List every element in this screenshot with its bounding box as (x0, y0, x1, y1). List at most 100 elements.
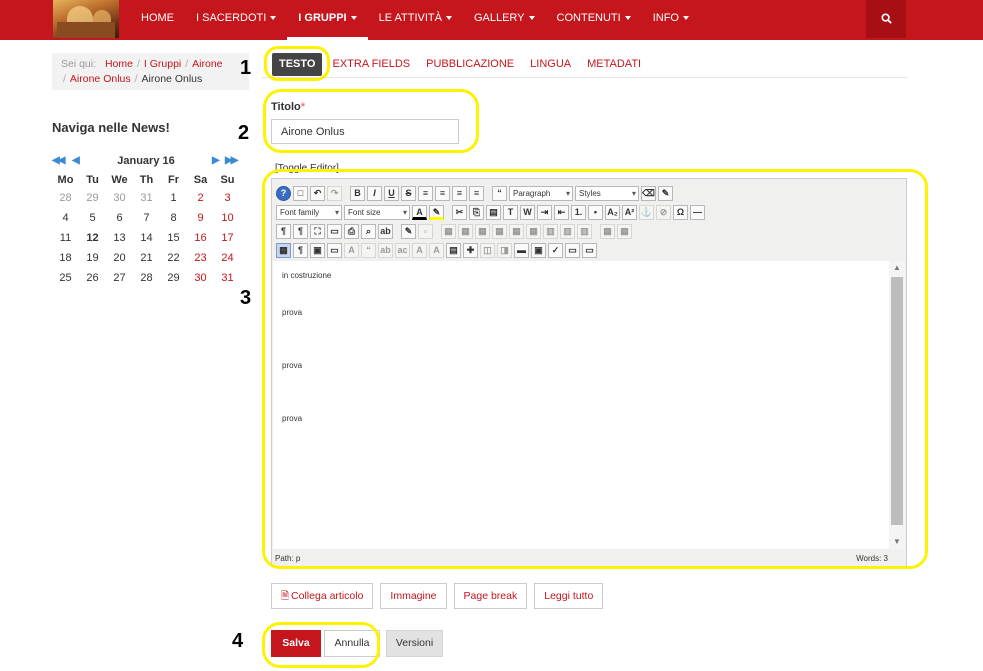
outdent-icon[interactable]: ⇤ (554, 205, 569, 220)
paste-word-icon[interactable]: W (520, 205, 535, 220)
delete-col-icon[interactable]: ▥ (577, 224, 592, 239)
calendar-day[interactable]: 21 (133, 251, 160, 271)
calendar-day[interactable]: 27 (106, 271, 133, 291)
breadcrumb-airone[interactable]: Airone (192, 58, 222, 70)
pagebreak-icon[interactable]: ▬ (514, 243, 529, 258)
styles-select[interactable]: Styles (575, 186, 639, 201)
breadcrumb-home[interactable]: Home (105, 58, 133, 70)
page-break-button[interactable]: Page break (453, 583, 528, 609)
calendar-day[interactable]: 16 (187, 231, 214, 251)
cell-props-icon[interactable]: ▦ (475, 224, 490, 239)
image-button[interactable]: Immagine (380, 583, 447, 609)
redo-icon[interactable]: ↷ (327, 186, 342, 201)
spellcheck-toggle-icon[interactable]: ✓ (548, 243, 563, 258)
next-month-icon[interactable]: ▶ (212, 153, 220, 169)
align-center-icon[interactable]: ≡ (435, 186, 450, 201)
calendar-day[interactable]: 7 (133, 211, 160, 231)
calendar-day[interactable]: 4 (52, 211, 79, 231)
calendar-day[interactable]: 14 (133, 231, 160, 251)
calendar-day[interactable]: 29 (160, 271, 187, 291)
tab-metadati[interactable]: METADATI (579, 52, 649, 76)
calendar-day[interactable]: 28 (52, 191, 79, 211)
blockquote-icon[interactable]: “ (492, 186, 507, 201)
layer-icon[interactable]: ✚ (463, 243, 478, 258)
calendar-day[interactable]: 3 (214, 191, 241, 211)
italic-icon[interactable]: I (367, 186, 382, 201)
toggle-editor-link[interactable]: [Toggle Editor] (275, 163, 339, 174)
delete-row-icon[interactable]: ▦ (526, 224, 541, 239)
calendar-day[interactable]: 10 (214, 211, 241, 231)
calendar-day[interactable]: 1 (160, 191, 187, 211)
calendar-day[interactable]: 12 (79, 231, 106, 251)
calendar-day[interactable]: 24 (214, 251, 241, 271)
subscript-icon[interactable]: A₂ (605, 205, 620, 220)
nav-item-home[interactable]: HOME (130, 0, 185, 40)
col-after-icon[interactable]: ▥ (560, 224, 575, 239)
special-char-icon[interactable]: Ω (673, 205, 688, 220)
superscript-icon[interactable]: A² (622, 205, 637, 220)
merge-cells-icon[interactable]: ▦ (600, 224, 615, 239)
cancel-button[interactable]: Annulla (324, 630, 380, 657)
indent-icon[interactable]: ⇥ (537, 205, 552, 220)
insert-edit-icon[interactable]: ✎ (401, 224, 416, 239)
highlight-color-icon[interactable]: ✎ (429, 205, 444, 220)
calendar-day[interactable]: 9 (187, 211, 214, 231)
calendar-day[interactable]: 18 (52, 251, 79, 271)
read-more-button[interactable]: Leggi tutto (534, 583, 604, 609)
tab-pubblicazione[interactable]: PUBBLICAZIONE (418, 52, 522, 76)
calendar-day[interactable]: 25 (52, 271, 79, 291)
underline-icon[interactable]: U (384, 186, 399, 201)
nav-item-i-sacerdoti[interactable]: I SACERDOTI (185, 0, 287, 40)
anchor-icon[interactable]: ⚓ (639, 205, 654, 220)
editor-content[interactable]: in costruzione prova prova prova (273, 261, 889, 549)
nav-item-le-attivit[interactable]: LE ATTIVITÀ (368, 0, 463, 40)
numbered-list-icon[interactable]: 1. (571, 205, 586, 220)
help-icon[interactable]: ? (276, 186, 291, 201)
copy-icon[interactable]: ⎘ (469, 205, 484, 220)
breadcrumb-i-gruppi[interactable]: I Gruppi (144, 58, 181, 70)
font-size-select[interactable]: Font size (344, 205, 410, 220)
editor-scrollbar[interactable]: ▲ ▼ (889, 261, 905, 549)
rtl-icon[interactable]: ¶ (293, 224, 308, 239)
bullet-list-icon[interactable]: • (588, 205, 603, 220)
nav-item-contenuti[interactable]: CONTENUTI (546, 0, 642, 40)
search-button[interactable] (866, 0, 906, 38)
article-image-icon[interactable]: ▣ (531, 243, 546, 258)
cleanup-icon[interactable]: ✎ (658, 186, 673, 201)
calendar-day[interactable]: 19 (79, 251, 106, 271)
calendar-day[interactable]: 31 (214, 271, 241, 291)
calendar-day[interactable]: 26 (79, 271, 106, 291)
save-button[interactable]: Salva (271, 630, 321, 657)
cut-icon[interactable]: ✂ (452, 205, 467, 220)
tab-testo[interactable]: TESTO (272, 53, 323, 76)
search-replace-icon[interactable]: ⌕ (361, 224, 376, 239)
strikethrough-icon[interactable]: S (401, 186, 416, 201)
font-family-select[interactable]: Font family (276, 205, 342, 220)
calendar-day[interactable]: 28 (133, 271, 160, 291)
bold-icon[interactable]: B (350, 186, 365, 201)
unlink-icon[interactable]: ⊘ (656, 205, 671, 220)
scroll-up-icon[interactable]: ▲ (889, 261, 905, 275)
nav-item-gallery[interactable]: GALLERY (463, 0, 546, 40)
calendar-day[interactable]: 8 (160, 211, 187, 231)
breadcrumb-airone-onlus[interactable]: Airone Onlus (70, 73, 131, 85)
del-icon[interactable]: A (412, 243, 427, 258)
scrollbar-thumb[interactable] (891, 277, 903, 525)
move-layer-icon[interactable]: ◫ (480, 243, 495, 258)
col-before-icon[interactable]: ▥ (543, 224, 558, 239)
link-article-button[interactable]: 🗎 Collega articolo (271, 583, 374, 609)
calendar-day[interactable]: 5 (79, 211, 106, 231)
calendar-day[interactable]: 13 (106, 231, 133, 251)
tab-lingua[interactable]: LINGUA (522, 52, 579, 76)
media-icon[interactable]: ▭ (327, 243, 342, 258)
nav-item-i-gruppi[interactable]: I GRUPPI (287, 0, 368, 40)
align-right-icon[interactable]: ≡ (469, 186, 484, 201)
acronym-icon[interactable]: ac (395, 243, 410, 258)
row-after-icon[interactable]: ▦ (509, 224, 524, 239)
calendar-day[interactable]: 30 (187, 271, 214, 291)
image-icon[interactable]: ▣ (310, 243, 325, 258)
calendar-day[interactable]: 17 (214, 231, 241, 251)
calendar-day[interactable]: 2 (187, 191, 214, 211)
show-blocks-icon[interactable]: ¶ (293, 243, 308, 258)
ltr-icon[interactable]: ¶ (276, 224, 291, 239)
